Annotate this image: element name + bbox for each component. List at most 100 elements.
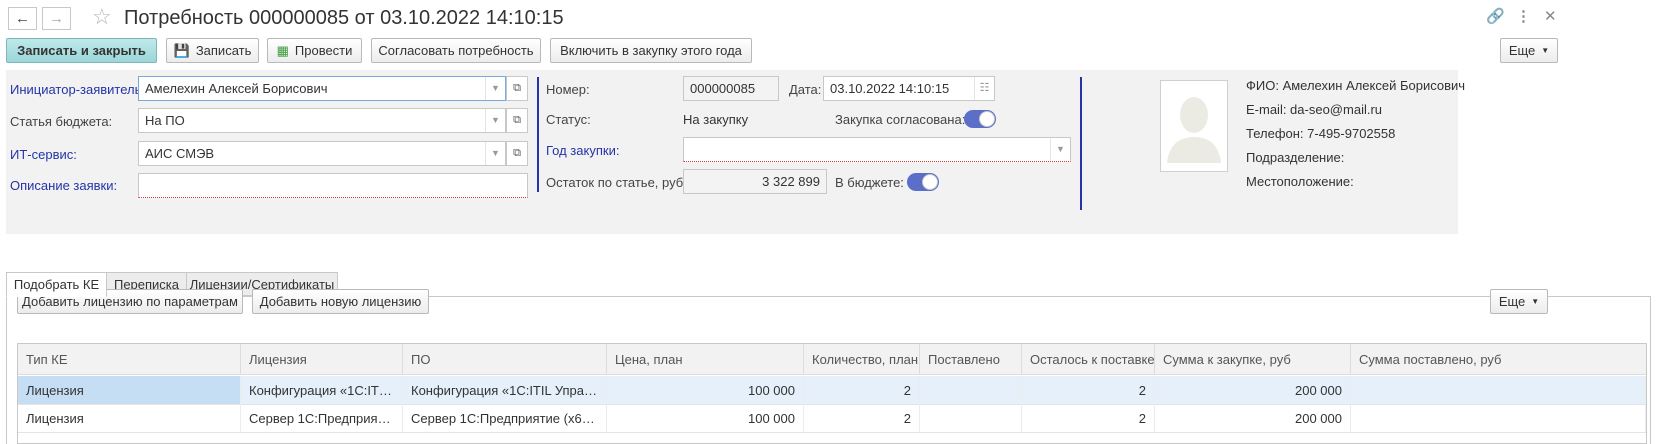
it-service-field[interactable]: АИС СМЭВ ▼ <box>138 141 506 166</box>
date-value: 03.10.2022 14:10:15 <box>830 81 950 96</box>
table-cell <box>920 404 1022 433</box>
column-divider <box>537 77 539 192</box>
chevron-down-icon[interactable]: ▼ <box>485 109 505 132</box>
table-cell: 100 000 <box>607 404 804 433</box>
column-header[interactable]: Сумма к закупке, руб <box>1155 344 1351 375</box>
budget-field[interactable]: На ПО ▼ <box>138 108 506 133</box>
person-silhouette-icon <box>1167 97 1221 163</box>
save-and-close-button[interactable]: Записать и закрыть <box>6 38 157 63</box>
table-cell: Лицензия <box>18 376 241 405</box>
status-value: На закупку <box>683 112 749 127</box>
table-cell: Лицензия <box>18 404 241 433</box>
table-cell: Конфигурация «1С:ITIL Управление ИТ-отде… <box>241 376 403 405</box>
column-header[interactable]: Количество, план <box>804 344 920 375</box>
forward-button[interactable]: → <box>42 7 71 30</box>
it-service-label: ИТ-сервис: <box>10 147 77 162</box>
back-button[interactable]: ← <box>8 7 37 30</box>
description-label: Описание заявки: <box>10 178 118 193</box>
column-header[interactable]: Цена, план <box>607 344 804 375</box>
in-budget-label: В бюджете: <box>835 175 904 190</box>
add-new-license-button[interactable]: Добавить новую лицензию <box>252 289 429 314</box>
include-in-purchase-button[interactable]: Включить в закупку этого года <box>550 38 752 63</box>
table-cell: Конфигурация «1С:ITIL Управление ИТ-отде… <box>403 376 607 405</box>
open-icon[interactable]: ⧉ <box>506 76 528 101</box>
person-phone: Телефон: 7-495-9702558 <box>1246 126 1396 141</box>
description-input[interactable] <box>138 173 528 198</box>
column-header[interactable]: Сумма поставлено, руб <box>1351 344 1646 375</box>
table-more-button[interactable]: Еще ▼ <box>1490 289 1548 314</box>
close-icon[interactable]: ✕ <box>1544 8 1557 26</box>
table-cell <box>1351 404 1646 433</box>
person-location: Местоположение: <box>1246 174 1354 189</box>
column-header[interactable]: Лицензия <box>241 344 403 375</box>
table-cell <box>920 376 1022 405</box>
licenses-table: Тип КЕ Лицензия ПО Цена, план Количество… <box>17 343 1647 444</box>
row-divider <box>18 432 1646 433</box>
table-more-label: Еще <box>1498 294 1526 309</box>
in-budget-toggle[interactable] <box>907 173 939 191</box>
star-icon[interactable]: ☆ <box>92 5 112 29</box>
column-header[interactable]: Осталось к поставке <box>1022 344 1155 375</box>
link-icon[interactable]: 🔗 <box>1486 8 1505 26</box>
column-header[interactable]: Тип КЕ <box>18 344 241 375</box>
table-row[interactable]: ЛицензияКонфигурация «1С:ITIL Управление… <box>18 376 1646 405</box>
open-icon[interactable]: ⧉ <box>506 108 528 133</box>
table-cell: 2 <box>1022 404 1155 433</box>
post-document-icon: ▦ <box>276 42 289 58</box>
purchase-year-label: Год закупки: <box>546 143 620 158</box>
save-button[interactable]: 💾 Записать <box>166 38 259 63</box>
chevron-down-icon: ▼ <box>1541 46 1550 55</box>
tab-select-ke[interactable]: Подобрать КЕ <box>6 272 107 297</box>
purchase-approved-toggle[interactable] <box>964 110 996 128</box>
budget-value: На ПО <box>145 113 185 128</box>
chevron-down-icon[interactable]: ▼ <box>485 142 505 165</box>
table-cell: 2 <box>1022 376 1155 405</box>
more-button-label: Еще <box>1508 43 1536 58</box>
avatar <box>1160 80 1228 172</box>
table-cell: 100 000 <box>607 376 804 405</box>
table-cell: 200 000 <box>1155 404 1351 433</box>
it-service-value: АИС СМЭВ <box>145 146 215 161</box>
person-email: E-mail: da-seo@mail.ru <box>1246 102 1383 117</box>
table-cell: Сервер 1С:Предприятие (x64) <box>241 404 403 433</box>
budget-label: Статья бюджета: <box>10 114 113 129</box>
status-label: Статус: <box>546 112 591 127</box>
open-icon[interactable]: ⧉ <box>506 141 528 166</box>
approve-need-button[interactable]: Согласовать потребность <box>371 38 541 63</box>
table-cell: 2 <box>804 376 920 405</box>
purchase-year-field[interactable]: ▼ <box>683 137 1071 162</box>
remaining-label: Остаток по статье, руб: <box>546 175 687 190</box>
purchase-approved-label: Закупка согласована: <box>835 112 966 127</box>
table-cell: 200 000 <box>1155 376 1351 405</box>
more-button[interactable]: Еще ▼ <box>1500 38 1558 63</box>
table-row[interactable]: ЛицензияСервер 1С:Предприятие (x64)Серве… <box>18 404 1646 433</box>
floppy-disk-icon: 💾 <box>173 42 190 58</box>
column-header[interactable]: Поставлено <box>920 344 1022 375</box>
person-department: Подразделение: <box>1246 150 1345 165</box>
more-vertical-icon[interactable]: ⋮ <box>1516 8 1531 26</box>
initiator-field[interactable]: Амелехин Алексей Борисович ▼ <box>138 76 506 101</box>
forward-arrow-icon: → <box>49 10 64 27</box>
table-cell: Сервер 1С:Предприятие (x64) для 1С:Предп… <box>403 404 607 433</box>
calendar-icon[interactable]: ☷ <box>974 77 994 100</box>
table-cell <box>1351 376 1646 405</box>
column-header[interactable]: ПО <box>403 344 607 375</box>
table-cell: 2 <box>804 404 920 433</box>
back-arrow-icon: ← <box>15 10 30 27</box>
initiator-label: Инициатор-заявитель: <box>10 82 146 97</box>
date-field[interactable]: 03.10.2022 14:10:15 ☷ <box>823 76 995 101</box>
post-button-label: Провести <box>294 43 353 58</box>
page-title: Потребность 000000085 от 03.10.2022 14:1… <box>124 7 564 29</box>
chevron-down-icon[interactable]: ▼ <box>485 77 505 100</box>
person-fio: ФИО: Амелехин Алексей Борисович <box>1246 78 1466 93</box>
save-button-label: Записать <box>195 43 252 58</box>
chevron-down-icon[interactable]: ▼ <box>1050 138 1070 161</box>
number-label: Номер: <box>546 82 590 97</box>
initiator-value: Амелехин Алексей Борисович <box>145 81 328 96</box>
column-divider <box>1080 77 1082 210</box>
remaining-field[interactable]: 3 322 899 <box>683 169 827 194</box>
post-button[interactable]: ▦ Провести <box>267 38 362 63</box>
date-label: Дата: <box>789 82 822 97</box>
chevron-down-icon: ▼ <box>1531 297 1540 306</box>
number-field[interactable]: 000000085 <box>683 76 779 101</box>
